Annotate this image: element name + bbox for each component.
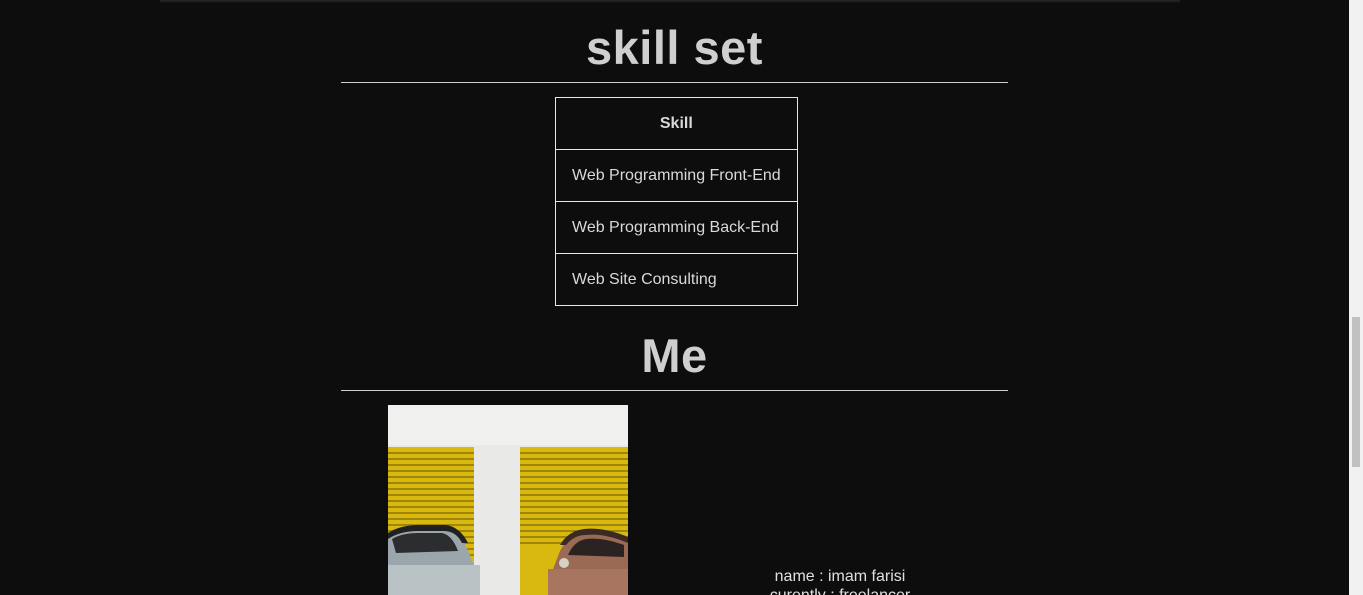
info-status: curently : freelancer <box>700 586 980 595</box>
navbar-shadow <box>160 0 1180 3</box>
me-divider <box>341 390 1008 391</box>
skills-title: skill set <box>586 21 763 74</box>
profile-photo <box>388 405 628 595</box>
info-name: name : imam farisi <box>774 568 906 585</box>
table-row: Web Site Consulting <box>555 253 798 306</box>
table-cell: Web Site Consulting <box>555 253 798 306</box>
table-header-skill: Skill <box>555 97 798 150</box>
skill-table: Skill Web Programming Front-End Web Prog… <box>555 97 798 306</box>
vintage-cars-photo-icon <box>388 405 628 595</box>
me-title: Me <box>641 329 708 382</box>
me-section: Me <box>341 328 1008 391</box>
skills-divider <box>341 82 1008 83</box>
table-header-row: Skill <box>555 97 798 150</box>
about-info: name : imam farisi curently : freelancer <box>700 567 980 595</box>
table-row: Web Programming Back-End <box>555 201 798 254</box>
table-cell: Web Programming Front-End <box>555 149 798 202</box>
table-cell: Web Programming Back-End <box>555 201 798 254</box>
page-scrollbar[interactable] <box>1349 0 1363 595</box>
scrollbar-thumb[interactable] <box>1352 317 1360 467</box>
skills-section: skill set <box>341 20 1008 83</box>
page: skill set Skill Web Programming Front-En… <box>0 0 1349 595</box>
table-row: Web Programming Front-End <box>555 149 798 202</box>
